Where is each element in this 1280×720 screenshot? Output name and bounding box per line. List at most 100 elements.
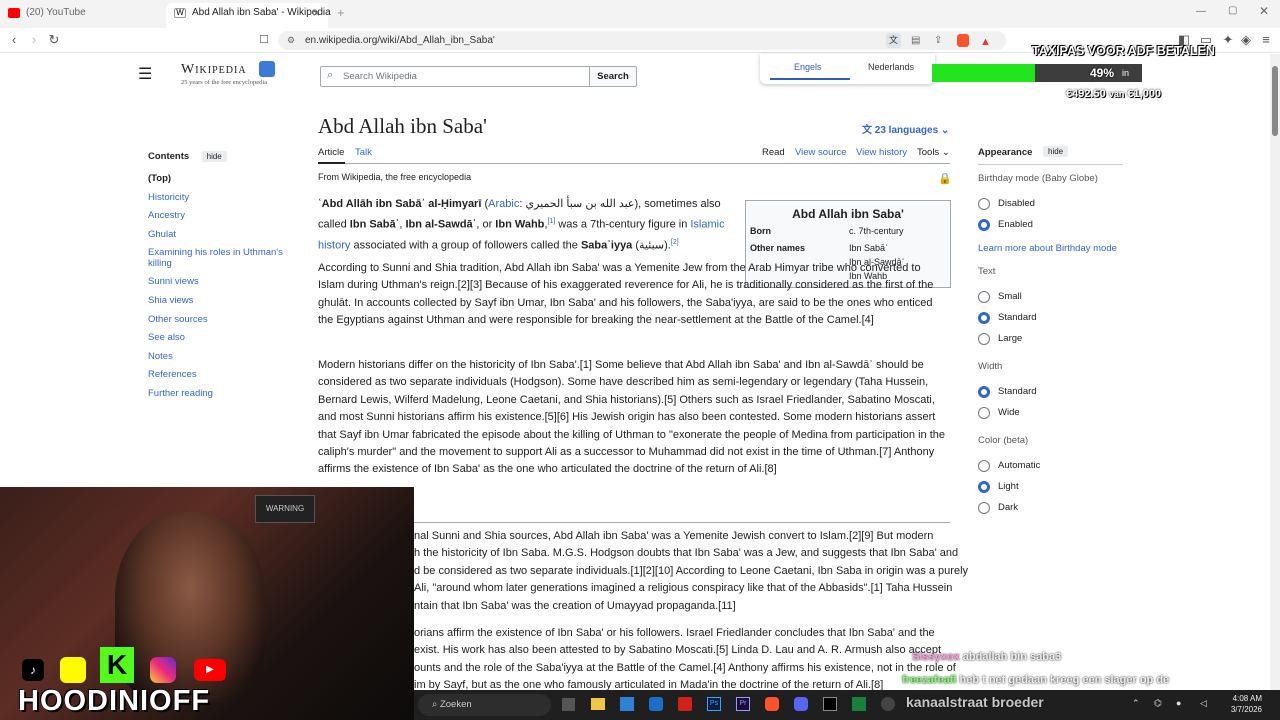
toc-item-uthman[interactable]: Examining his roles in Uthman's killing	[148, 248, 298, 269]
wikipedia-logo[interactable]: Wikipedia 25 years of the free encyclope…	[181, 62, 267, 86]
clock[interactable]: 4:08 AM 3/7/2026	[1222, 693, 1262, 715]
maximize-icon[interactable]: ▢	[1228, 5, 1237, 16]
arabic-link[interactable]: Arabic	[488, 198, 519, 210]
toc-item-references[interactable]: References	[148, 366, 298, 385]
language-selector[interactable]: 文 23 languages ⌄	[862, 121, 949, 136]
address-bar[interactable]: ⚙ en.wikipedia.org/wiki/Abd_Allah_ibn_Sa…	[278, 31, 1006, 50]
scrollbar-thumb[interactable]	[1272, 66, 1278, 136]
wikipedia-icon: W	[174, 8, 186, 18]
learn-more-link[interactable]: Learn more about Birthday mode	[978, 243, 1117, 254]
appearance-divider	[978, 164, 1123, 165]
search-button[interactable]: Search	[589, 66, 637, 87]
tab-youtube[interactable]: (20) YouTube	[0, 3, 166, 28]
taskbar-search[interactable]: ⌕ Zoeken	[418, 694, 551, 716]
lang-dutch-option[interactable]: Nederlands	[868, 62, 914, 72]
bookmark-icon[interactable]: ☐	[256, 32, 272, 48]
close-window-icon[interactable]: ✕	[1259, 4, 1269, 18]
goal-amount: €492.50 van €1,000	[1066, 88, 1162, 100]
tab-talk[interactable]: Talk	[355, 147, 372, 158]
goal-progress-fill	[932, 64, 1035, 82]
chevron-down-icon: ⌄	[938, 125, 950, 136]
capcut-icon[interactable]	[823, 697, 837, 711]
brave-shield-icon[interactable]	[957, 34, 969, 47]
tab-view-source[interactable]: View source	[795, 147, 847, 158]
radio-width-standard[interactable]: Standard	[978, 386, 1037, 398]
toc-item-other-sources[interactable]: Other sources	[148, 311, 298, 330]
toc-item-further-reading[interactable]: Further reading	[148, 385, 298, 404]
tab-read[interactable]: Read	[762, 147, 785, 158]
tab-article[interactable]: Article	[318, 147, 344, 158]
radio-text-large[interactable]: Large	[978, 333, 1022, 345]
text-size-label: Text	[978, 266, 996, 277]
tools-menu[interactable]: Tools ⌄	[917, 147, 950, 158]
menu-icon[interactable]: ≡	[1258, 32, 1274, 48]
toc-item-shia-views[interactable]: Shia views	[148, 292, 298, 311]
share-icon[interactable]: ⇪	[934, 31, 942, 50]
goal-title: TAXIPAS VOOR ADF BETALEN	[1032, 44, 1215, 58]
toc-hide-button[interactable]: hide	[201, 151, 227, 162]
tagline: From Wikipedia, the free encyclopedia	[318, 172, 472, 182]
outlook-icon[interactable]	[649, 697, 663, 711]
toc-item-sunni-views[interactable]: Sunni views	[148, 273, 298, 292]
toc-item-ghulat[interactable]: Ghulat	[148, 226, 298, 245]
toc-item-see-also[interactable]: See also	[148, 329, 298, 348]
brave-rewards-icon[interactable]: ▲	[980, 33, 991, 52]
vpn-icon[interactable]: ◈	[1238, 32, 1254, 48]
birthday-mode-label: Birthday mode (Baby Globe)	[978, 173, 1098, 184]
close-tab-icon[interactable]: ×	[313, 3, 320, 23]
search-input[interactable]: ⌕ Search Wikipedia	[320, 66, 590, 87]
reader-icon[interactable]: ▤	[911, 31, 920, 50]
paragraph-historians: Modern historians differ on the historic…	[318, 359, 945, 476]
radio-birthday-enabled[interactable]: Enabled	[978, 219, 1033, 231]
translate-icon[interactable]: 文	[886, 33, 901, 48]
forward-icon[interactable]: ›	[26, 32, 42, 48]
tiktok-icon: ♪	[22, 659, 44, 681]
youtube-icon: ▶	[194, 659, 226, 681]
toc-item-top[interactable]: (Top)	[148, 170, 298, 189]
microphone-icon[interactable]: ●	[1176, 698, 1181, 708]
toc-item-notes[interactable]: Notes	[148, 348, 298, 367]
obs-icon[interactable]	[881, 697, 895, 711]
tray-expand-icon[interactable]: ⌃	[1132, 698, 1140, 709]
lock-icon: 🔒	[938, 173, 952, 185]
radio-color-automatic[interactable]: Automatic	[978, 460, 1040, 472]
language-icon: 文	[862, 125, 875, 136]
toc-item-historicity[interactable]: Historicity	[148, 189, 298, 208]
brave-icon[interactable]	[765, 697, 779, 711]
streamer-name: HOODINIOFF	[18, 685, 211, 717]
radio-text-standard[interactable]: Standard	[978, 312, 1037, 324]
acrobat-icon[interactable]	[678, 697, 692, 711]
extensions-icon[interactable]: ✦	[1220, 32, 1236, 48]
network-icon[interactable]: ⌬	[1154, 698, 1162, 709]
terminal-icon[interactable]	[852, 697, 866, 711]
instagram-icon	[150, 657, 176, 683]
radio-color-light[interactable]: Light	[978, 481, 1019, 493]
appearance-hide-button[interactable]: hide	[1043, 146, 1069, 157]
radio-width-wide[interactable]: Wide	[978, 407, 1020, 419]
radio-birthday-disabled[interactable]: Disabled	[978, 198, 1035, 210]
radio-text-small[interactable]: Small	[978, 291, 1022, 303]
tab-view-history[interactable]: View history	[856, 147, 907, 158]
minimize-icon[interactable]: —	[1196, 6, 1206, 17]
scrollbar[interactable]	[1270, 54, 1280, 720]
photoshop-icon[interactable]: Ps	[707, 697, 721, 711]
task-view-icon[interactable]	[562, 698, 575, 711]
color-label: Color (beta)	[978, 435, 1029, 446]
toc-item-ancestry[interactable]: Ancestry	[148, 207, 298, 226]
discord-icon[interactable]	[794, 697, 808, 711]
file-explorer-icon[interactable]	[591, 698, 605, 710]
back-icon[interactable]: ‹	[6, 32, 22, 48]
page-title: Abd Allah ibn Saba'	[318, 114, 487, 138]
new-tab-icon[interactable]: +	[337, 5, 345, 20]
lang-english-option[interactable]: Engels	[794, 62, 822, 72]
radio-color-dark[interactable]: Dark	[978, 502, 1018, 514]
store-icon[interactable]	[620, 697, 634, 711]
main-menu-icon[interactable]: ☰	[138, 67, 152, 83]
premiere-icon[interactable]: Pr	[736, 697, 750, 711]
volume-icon[interactable]: ◁	[1200, 698, 1207, 709]
search-icon: ⌕	[327, 69, 334, 81]
lead-paragraph: ʿAbd Allāh ibn Sabāʾ al-Ḥimyarī (Arabic:…	[318, 198, 725, 253]
tab-wikipedia[interactable]: W Abd Allah ibn Saba' - Wikipedia ×	[166, 3, 331, 28]
reload-icon[interactable]: ↻	[46, 32, 62, 48]
site-info-icon[interactable]: ⚙	[287, 31, 295, 50]
